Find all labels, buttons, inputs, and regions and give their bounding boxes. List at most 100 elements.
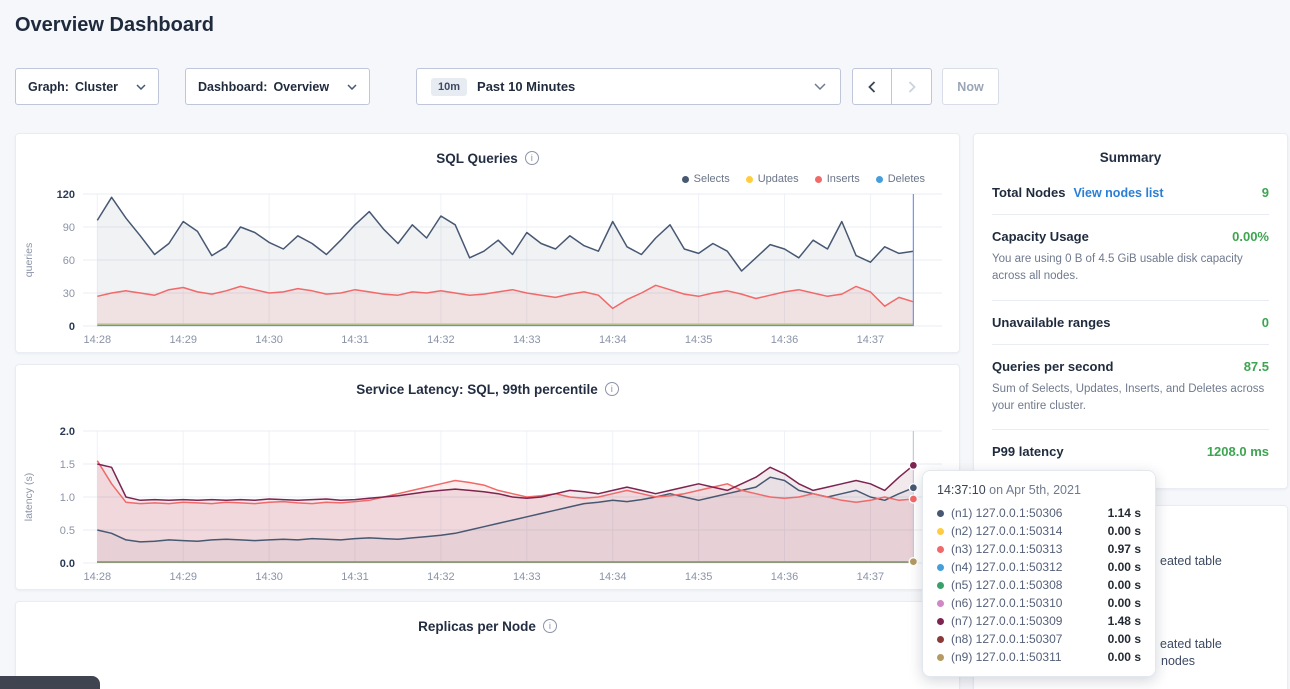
qps-value: 87.5 — [1244, 359, 1269, 374]
tooltip-row: (n8) 127.0.0.1:50307 0.00 s — [937, 630, 1141, 648]
tooltip-row: (n1) 127.0.0.1:50306 1.14 s — [937, 504, 1141, 522]
svg-text:120: 120 — [57, 189, 75, 201]
chart-legend: Selects Updates Inserts Deletes — [20, 172, 955, 186]
chart-title-sql-queries: SQL Queries — [436, 151, 518, 166]
chart-title-replicas-per-node: Replicas per Node — [418, 619, 536, 634]
chart-title-row: Service Latency: SQL, 99th percentile — [20, 379, 955, 399]
summary-panel: Summary Total Nodes View nodes list 9 Ca… — [973, 133, 1288, 489]
divider — [992, 300, 1269, 301]
node-color-dot — [937, 636, 944, 643]
tooltip-row: (n7) 127.0.0.1:50309 1.48 s — [937, 612, 1141, 630]
node-color-dot — [937, 582, 944, 589]
time-range-selector[interactable]: 10m Past 10 Minutes — [416, 68, 841, 105]
svg-text:60: 60 — [63, 255, 75, 267]
unavailable-ranges-value: 0 — [1262, 315, 1269, 330]
time-range-label: Past 10 Minutes — [477, 79, 575, 94]
charts-column: SQL Queries Selects Updates Inserts Dele… — [15, 133, 960, 689]
node-latency-value: 0.00 s — [1108, 596, 1141, 610]
capacity-usage-subtext: You are using 0 B of 4.5 GiB usable disk… — [992, 251, 1269, 286]
svg-text:14:30: 14:30 — [255, 334, 283, 346]
time-step-buttons — [852, 68, 932, 105]
summary-row-capacity: Capacity Usage 0.00% You are using 0 B o… — [992, 229, 1269, 286]
chevron-down-icon — [347, 84, 357, 90]
replicas-per-node-chart[interactable] — [20, 660, 955, 689]
total-nodes-value: 9 — [1262, 185, 1269, 200]
chevron-down-icon — [814, 83, 826, 90]
node-color-dot — [937, 654, 944, 661]
total-nodes-label: Total Nodes — [992, 185, 1065, 200]
info-icon[interactable] — [543, 619, 557, 633]
chart-title-row: SQL Queries — [20, 148, 955, 168]
replicas-per-node-chart-card: Replicas per Node — [15, 601, 960, 689]
info-icon[interactable] — [525, 151, 539, 165]
node-address-label: (n1) 127.0.0.1:50306 — [951, 506, 1062, 520]
node-address-label: (n7) 127.0.0.1:50309 — [951, 614, 1062, 628]
node-address-label: (n6) 127.0.0.1:50310 — [951, 596, 1062, 610]
chart-hover-tooltip: 14:37:10 on Apr 5th, 2021 (n1) 127.0.0.1… — [922, 470, 1156, 677]
svg-text:14:36: 14:36 — [771, 334, 799, 346]
p99-latency-value: 1208.0 ms — [1207, 444, 1269, 459]
svg-text:14:28: 14:28 — [84, 334, 112, 346]
service-latency-chart[interactable]: 14:2814:2914:3014:3114:3214:3314:3414:35… — [20, 423, 955, 583]
graph-selector-prefix: Graph: — [28, 80, 69, 94]
node-latency-value: 0.00 s — [1108, 524, 1141, 538]
svg-text:14:32: 14:32 — [427, 334, 455, 346]
legend-item: Deletes — [876, 172, 925, 186]
svg-text:1.5: 1.5 — [60, 459, 75, 471]
node-color-dot — [937, 546, 944, 553]
time-range-badge: 10m — [431, 78, 467, 96]
svg-text:14:31: 14:31 — [341, 334, 369, 346]
legend-dot — [876, 176, 883, 183]
node-latency-value: 1.48 s — [1108, 614, 1141, 628]
dashboard-selector-value: Overview — [273, 80, 329, 94]
svg-text:queries: queries — [23, 243, 35, 277]
node-latency-value: 1.14 s — [1108, 506, 1141, 520]
tooltip-row: (n3) 127.0.0.1:50313 0.97 s — [937, 540, 1141, 558]
tooltip-row: (n9) 127.0.0.1:50311 0.00 s — [937, 648, 1141, 666]
partial-tooltip-fragment — [0, 676, 100, 689]
svg-text:14:31: 14:31 — [341, 571, 369, 583]
dashboard-selector-dropdown[interactable]: Dashboard: Overview — [185, 68, 370, 105]
node-latency-value: 0.00 s — [1108, 632, 1141, 646]
divider — [992, 344, 1269, 345]
event-text-fragment: nodes — [1161, 654, 1195, 668]
node-latency-value: 0.00 s — [1108, 560, 1141, 574]
node-color-dot — [937, 510, 944, 517]
svg-text:14:32: 14:32 — [427, 571, 455, 583]
chart-title-row: Replicas per Node — [20, 616, 955, 636]
event-text-fragment: eated table — [1160, 554, 1222, 568]
chevron-left-icon — [868, 81, 876, 93]
svg-text:14:30: 14:30 — [255, 571, 283, 583]
svg-text:14:35: 14:35 — [685, 334, 713, 346]
graph-selector-dropdown[interactable]: Graph: Cluster — [15, 68, 159, 105]
legend-dot — [746, 176, 753, 183]
overview-dashboard-page: Overview Dashboard Graph: Cluster Dashbo… — [0, 0, 1290, 689]
info-icon[interactable] — [605, 382, 619, 396]
p99-latency-label: P99 latency — [992, 444, 1064, 459]
now-button[interactable]: Now — [942, 68, 999, 105]
svg-text:latency (s): latency (s) — [23, 473, 35, 521]
legend-item: Updates — [746, 172, 799, 186]
svg-text:14:34: 14:34 — [599, 334, 627, 346]
svg-text:14:37: 14:37 — [857, 334, 885, 346]
qps-label: Queries per second — [992, 359, 1113, 374]
svg-text:2.0: 2.0 — [60, 426, 75, 438]
time-prev-button[interactable] — [852, 68, 892, 105]
time-next-button[interactable] — [892, 68, 932, 105]
svg-text:14:37: 14:37 — [857, 571, 885, 583]
node-address-label: (n3) 127.0.0.1:50313 — [951, 542, 1062, 556]
sql-queries-chart[interactable]: 14:2814:2914:3014:3114:3214:3314:3414:35… — [20, 186, 955, 346]
unavailable-ranges-label: Unavailable ranges — [992, 315, 1111, 330]
svg-text:1.0: 1.0 — [60, 492, 75, 504]
divider — [992, 214, 1269, 215]
tooltip-header: 14:37:10 on Apr 5th, 2021 — [937, 483, 1141, 497]
summary-row-unavailable-ranges: Unavailable ranges 0 — [992, 315, 1269, 330]
svg-text:0: 0 — [69, 321, 75, 333]
event-text-fragment: eated table — [1160, 637, 1222, 651]
node-address-label: (n2) 127.0.0.1:50314 — [951, 524, 1062, 538]
summary-row-qps: Queries per second 87.5 Sum of Selects, … — [992, 359, 1269, 416]
legend-item: Selects — [682, 172, 730, 186]
legend-label: Deletes — [888, 173, 925, 185]
svg-text:14:35: 14:35 — [685, 571, 713, 583]
view-nodes-list-link[interactable]: View nodes list — [1073, 186, 1163, 200]
